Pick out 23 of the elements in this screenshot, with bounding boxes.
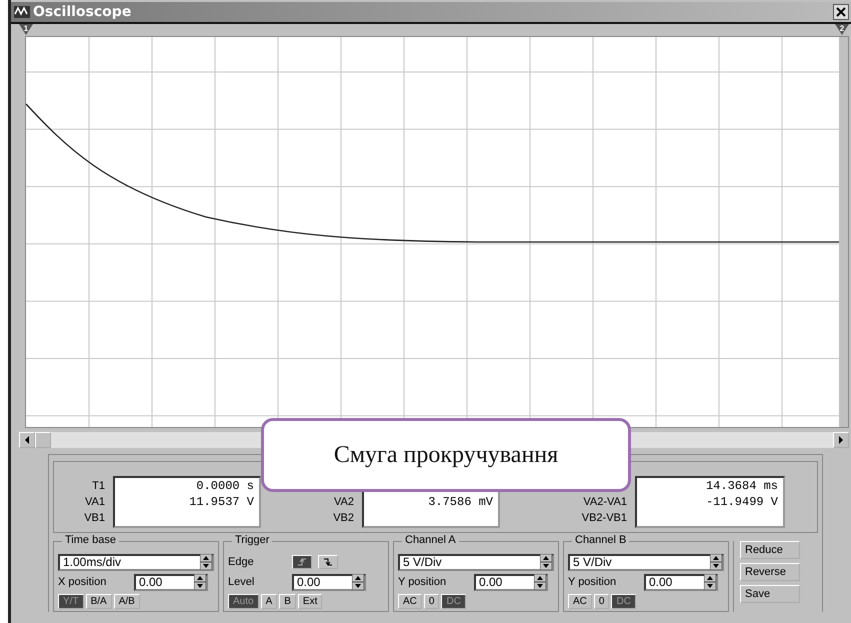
readout-value: 3.7586 mV [427,494,493,510]
callout-tooltip: Смуга прокручування [261,418,631,492]
group-title: Channel B [572,534,630,546]
field-label: Y position [568,576,618,588]
group-title: Trigger [232,534,272,546]
readout-label: VA2 [333,495,354,510]
readout-label: VB2-VB1 [580,511,627,526]
readout-label: VA1 [84,495,105,510]
field-label: Level [228,576,256,588]
readout-label: VB2 [332,511,354,526]
field-label: X position [58,576,108,588]
readout-value: -11.9499 V [704,494,778,510]
field-label: Edge [228,556,255,568]
readout-value: 0.0000 s [195,478,254,494]
readout-value: 14.3684 ms [704,478,778,494]
group-title: Channel A [402,534,459,546]
readout-label: VB1 [83,511,105,526]
readout-value: 11.9537 V [188,494,254,510]
readout-label: T1 [91,479,105,494]
group-title: Time base [62,534,119,546]
field-label: Y position [398,576,448,588]
readout-label: VA2-VA1 [582,495,627,510]
window-title: Oscilloscope [33,4,132,20]
